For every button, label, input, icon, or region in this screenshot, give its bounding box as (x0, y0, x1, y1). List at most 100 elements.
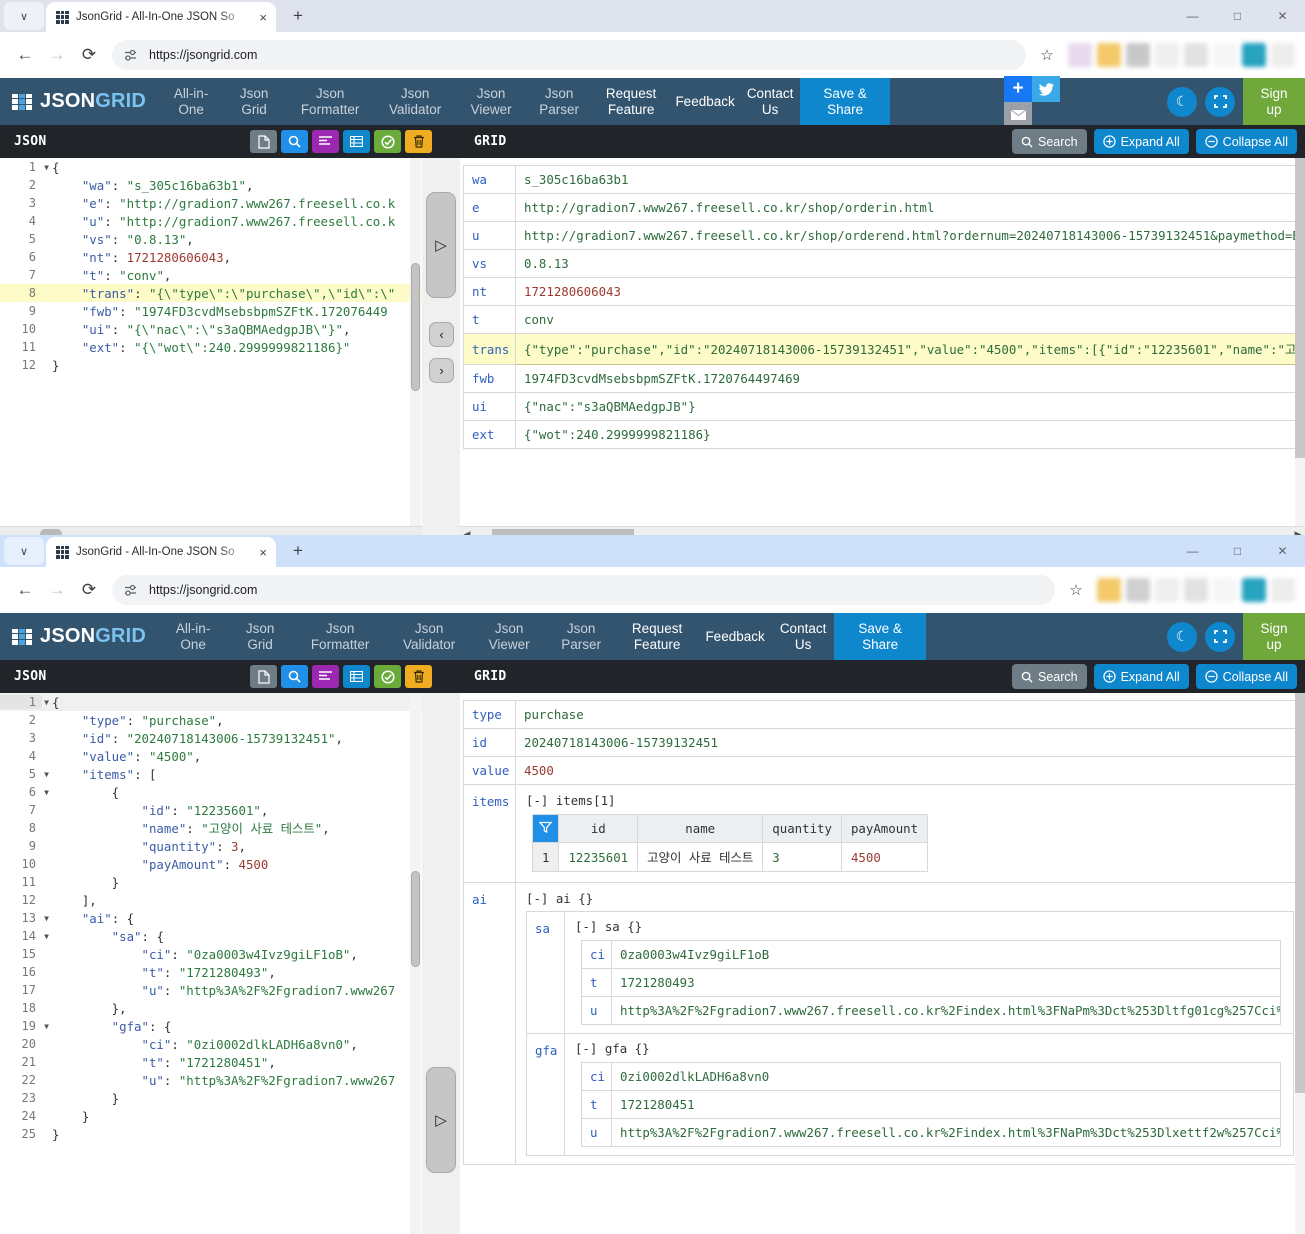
column-header-quantity[interactable]: quantity (762, 814, 842, 843)
forward-icon[interactable]: → (42, 575, 72, 605)
tab-search-chevron-icon[interactable]: ∨ (4, 2, 44, 30)
minimize-button[interactable]: — (1170, 535, 1215, 567)
maximize-button[interactable]: □ (1215, 0, 1260, 32)
brand-logo[interactable]: JSONGRID (0, 613, 160, 660)
grid-value[interactable]: 0za0003w4Ivz9giLF1oB (611, 940, 1281, 969)
extension-icon[interactable] (1242, 578, 1266, 602)
grid-value[interactable]: conv (515, 305, 1305, 334)
extension-icon[interactable] (1068, 43, 1092, 67)
grid-view-icon[interactable] (343, 665, 370, 688)
splitter-next-button[interactable]: › (429, 358, 454, 383)
save-and-share-button[interactable]: Save & Share (834, 613, 927, 660)
filter-icon[interactable] (531, 814, 560, 843)
editor-line[interactable]: 12 ], (0, 891, 422, 909)
nav-feedback[interactable]: Feedback (698, 613, 772, 660)
table-row[interactable]: fwb 1974FD3cvdMsebsbpmSZFtK.1720764497469 (463, 364, 1305, 393)
close-tab-icon[interactable]: × (256, 10, 270, 25)
cell-id[interactable]: 12235601 (558, 842, 639, 872)
table-row[interactable]: value 4500 (463, 756, 1301, 785)
tab-search-chevron-icon[interactable]: ∨ (4, 537, 44, 565)
format-json-icon[interactable] (312, 130, 339, 153)
grid-horizontal-scrollbar[interactable]: ◀ ▶ (460, 526, 1305, 535)
splitter-expand-handle[interactable]: ▷ (426, 192, 456, 298)
editor-line[interactable]: 19 ▼ "gfa": { (0, 1017, 422, 1035)
new-tab-button[interactable]: + (284, 2, 312, 30)
extension-icon[interactable] (1213, 43, 1237, 67)
table-row[interactable]: vs 0.8.13 (463, 249, 1305, 278)
nested-node-label-sa[interactable]: [-] sa {} (575, 919, 1287, 934)
extension-icon[interactable] (1155, 578, 1179, 602)
extension-icon[interactable] (1155, 43, 1179, 67)
extension-icon[interactable] (1271, 578, 1295, 602)
editor-line[interactable]: 6 ▼ { (0, 783, 422, 801)
dark-mode-toggle-icon[interactable]: ☾ (1167, 86, 1197, 117)
fold-toggle-icon[interactable]: ▼ (44, 698, 49, 707)
close-tab-icon[interactable]: × (256, 545, 270, 560)
editor-line[interactable]: 2 "type": "purchase", (0, 711, 422, 729)
items-node-label[interactable]: [-] items[1] (526, 793, 1290, 808)
nav-json-parser[interactable]: Json Parser (546, 613, 616, 660)
table-row[interactable]: ui {"nac":"s3aQBMAedgpJB"} (463, 392, 1305, 421)
collapse-all-button[interactable]: Collapse All (1195, 129, 1297, 154)
ai-node-label[interactable]: [-] ai {} (526, 891, 1294, 906)
editor-line[interactable]: 9 "fwb": "1974FD3cvdMsebsbpmSZFtK.172076… (0, 302, 422, 320)
editor-line[interactable]: 20 "ci": "0zi0002dlkLADH6a8vn0", (0, 1035, 422, 1053)
extension-icon[interactable] (1213, 578, 1237, 602)
maximize-button[interactable]: □ (1215, 535, 1260, 567)
table-row[interactable]: u http://gradion7.www267.freesell.co.kr/s… (463, 221, 1305, 250)
grid-value[interactable]: {"wot":240.2999999821186} (515, 420, 1305, 449)
new-tab-button[interactable]: + (284, 537, 312, 565)
nested-node-label-gfa[interactable]: [-] gfa {} (575, 1041, 1287, 1056)
grid-vertical-scrollbar[interactable] (1295, 693, 1305, 1234)
twitter-icon[interactable] (1032, 76, 1060, 102)
editor-line[interactable]: 1 ▼{ (0, 693, 422, 711)
editor-horizontal-scrollbar[interactable] (0, 526, 422, 535)
editor-line[interactable]: 24 } (0, 1107, 422, 1125)
brand-logo[interactable]: JSONGRID (0, 78, 160, 125)
table-row[interactable]: ci 0za0003w4Ivz9giLF1oB (581, 940, 1281, 969)
grid-search-button[interactable]: Search (1011, 129, 1087, 154)
bookmark-star-icon[interactable]: ☆ (1034, 42, 1060, 68)
close-window-button[interactable]: ✕ (1260, 0, 1305, 32)
grid-vertical-thumb[interactable] (1295, 158, 1305, 458)
fold-toggle-icon[interactable]: ▼ (44, 1022, 49, 1031)
table-row[interactable]: t 1721280451 (581, 1090, 1281, 1119)
table-row[interactable]: t conv (463, 305, 1305, 334)
editor-line[interactable]: 8 "name": "고양이 사료 테스트", (0, 819, 422, 837)
json-editor-top[interactable]: 1 ▼{2 "wa": "s_305c16ba63b1", 3 "e": "http… (0, 158, 422, 526)
fullscreen-toggle-icon[interactable] (1205, 86, 1235, 117)
grid-value[interactable]: 4500 (515, 756, 1301, 785)
share-plus-icon[interactable]: + (1004, 76, 1032, 102)
site-settings-icon[interactable] (122, 582, 139, 599)
grid-value[interactable]: 1721280493 (611, 968, 1281, 997)
nav-json-grid[interactable]: Json Grid (222, 78, 286, 125)
table-row[interactable]: ci 0zi0002dlkLADH6a8vn0 (581, 1062, 1281, 1091)
nav-json-grid[interactable]: Json Grid (226, 613, 294, 660)
grid-value[interactable]: s_305c16ba63b1 (515, 165, 1305, 194)
nav-contact-us[interactable]: Contact Us (740, 78, 800, 125)
minimize-button[interactable]: — (1170, 0, 1215, 32)
grid-value[interactable]: {"type":"purchase","id":"20240718143006-… (515, 333, 1305, 365)
nav-all-in-one[interactable]: All-in-One (160, 78, 222, 125)
editor-line[interactable]: 14 ▼ "sa": { (0, 927, 422, 945)
editor-line[interactable]: 6 "nt": 1721280606043, (0, 248, 422, 266)
cell-quantity[interactable]: 3 (762, 842, 842, 872)
editor-line[interactable]: 4 "u": "http://gradion7.www267.freesell.… (0, 212, 422, 230)
reload-icon[interactable]: ⟳ (74, 40, 104, 70)
grid-view-icon[interactable] (343, 130, 370, 153)
editor-line[interactable]: 5 ▼ "items": [ (0, 765, 422, 783)
nav-request-feature[interactable]: Request Feature (592, 78, 670, 125)
cell-name[interactable]: 고양이 사료 테스트 (637, 842, 764, 872)
nav-json-viewer[interactable]: Json Viewer (472, 613, 546, 660)
fold-toggle-icon[interactable]: ▼ (44, 914, 49, 923)
grid-value[interactable]: http%3A%2F%2Fgradion7.www267.freesell.co… (611, 996, 1281, 1025)
fullscreen-toggle-icon[interactable] (1205, 621, 1235, 652)
editor-vertical-thumb[interactable] (411, 263, 420, 391)
extension-icon[interactable] (1242, 43, 1266, 67)
expand-all-button[interactable]: Expand All (1093, 664, 1189, 689)
fold-toggle-icon[interactable]: ▼ (44, 788, 49, 797)
editor-line[interactable]: 15 "ci": "0za0003w4Ivz9giLF1oB", (0, 945, 422, 963)
sign-up-button[interactable]: Sign up (1243, 78, 1305, 125)
editor-line[interactable]: 7 "t": "conv", (0, 266, 422, 284)
table-row[interactable]: trans {"type":"purchase","id":"2024071814… (463, 333, 1305, 365)
